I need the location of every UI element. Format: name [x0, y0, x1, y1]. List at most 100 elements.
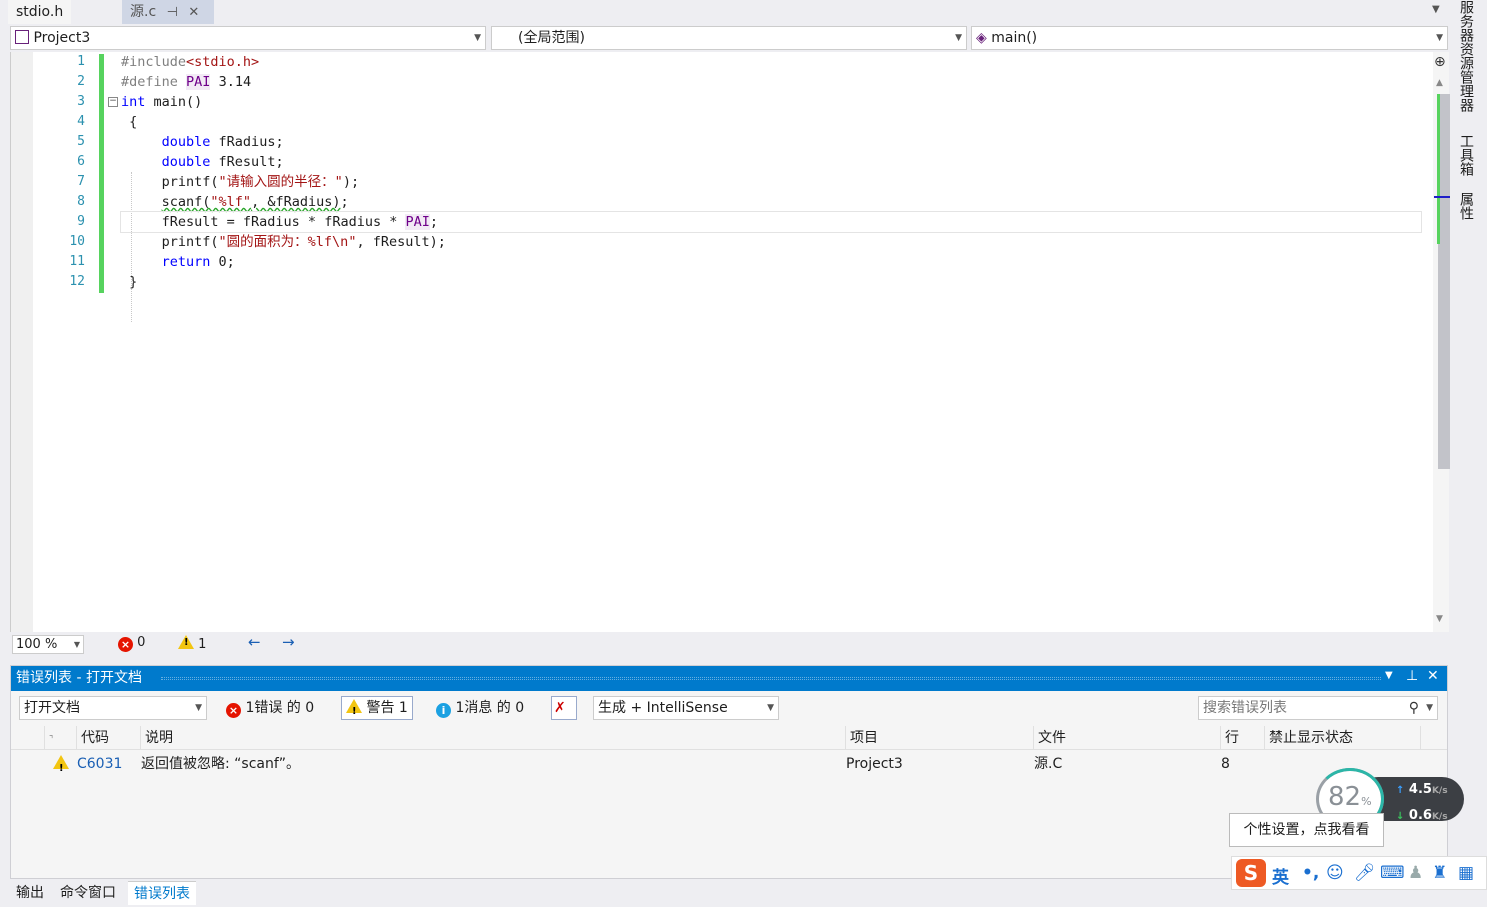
- panel-menu-chevron-icon[interactable]: ▼: [1385, 670, 1393, 681]
- line-number: 5: [77, 134, 85, 149]
- line-number: 4: [77, 114, 85, 129]
- editor-vertical-scrollbar[interactable]: ⊕ ▲ ▼: [1433, 52, 1457, 632]
- project-dropdown-value: Project3: [33, 30, 91, 46]
- warning-count-indicator[interactable]: 1: [178, 635, 206, 652]
- chevron-down-icon: ▼: [73, 640, 80, 649]
- title-grip: [161, 677, 1381, 680]
- split-view-icon[interactable]: ⊕: [1434, 54, 1446, 70]
- search-icon[interactable]: ⚲: [1409, 697, 1419, 719]
- code-line: double fResult;: [161, 154, 284, 170]
- scope-dropdown[interactable]: (全局范围) ▼: [491, 26, 967, 50]
- bottom-tool-tabs: 输出 命令窗口 错误列表: [10, 879, 1240, 907]
- bottom-tab-error-list[interactable]: 错误列表: [128, 881, 196, 905]
- code-text[interactable]: #include<stdio.h> #define PAI 3.14 int m…: [120, 52, 1422, 292]
- column-header-code[interactable]: 代码: [77, 726, 141, 750]
- microphone-icon[interactable]: 🎤︎: [1354, 863, 1376, 883]
- code-line: {: [121, 114, 138, 130]
- warning-icon-cell: [53, 752, 69, 781]
- scroll-up-icon[interactable]: ▲: [1436, 78, 1443, 88]
- zoom-dropdown[interactable]: 100 % ▼: [12, 635, 84, 654]
- line-number: 9: [77, 214, 85, 229]
- sogou-logo-icon[interactable]: S: [1236, 859, 1266, 887]
- indicator-margin: [11, 52, 33, 632]
- chevron-down-icon: ▼: [474, 33, 481, 43]
- column-icon[interactable]: [11, 726, 45, 750]
- chevron-down-icon[interactable]: ▼: [1426, 697, 1433, 719]
- user-icon[interactable]: ♟: [1408, 863, 1423, 883]
- change-tracking-bar: [99, 54, 104, 293]
- tab-label: 源.c: [130, 4, 157, 20]
- error-count-indicator[interactable]: × 0: [118, 635, 145, 652]
- download-speed: ↓ 0.6K/s: [1396, 808, 1448, 823]
- warning-count: 1: [198, 637, 207, 652]
- ime-punctuation-toggle[interactable]: •,: [1302, 863, 1319, 883]
- navigate-forward-icon[interactable]: →: [282, 633, 295, 651]
- scroll-down-icon[interactable]: ▼: [1436, 614, 1443, 624]
- speed-percent: 82%: [1328, 782, 1372, 812]
- project-icon: [15, 30, 29, 44]
- close-icon[interactable]: ✕: [188, 5, 199, 20]
- function-dropdown[interactable]: ◈ main() ▼: [971, 26, 1448, 50]
- panel-title: 错误列表 - 打开文档: [16, 670, 142, 686]
- project-dropdown[interactable]: Project3 ▼: [10, 26, 486, 50]
- chevron-down-icon: ▼: [767, 703, 774, 713]
- messages-filter-button[interactable]: i 1消息 的 0: [431, 696, 529, 720]
- filter-clear-icon[interactable]: ✗: [551, 696, 577, 720]
- side-tab-toolbox[interactable]: 工具箱: [1456, 134, 1476, 176]
- warnings-filter-label: 警告 1: [366, 700, 408, 716]
- line-number: 3: [77, 94, 85, 109]
- messages-filter-label: 1消息 的 0: [455, 700, 525, 716]
- scope-filter-value: 打开文档: [24, 700, 80, 716]
- navigation-bar: Project3 ▼ (全局范围) ▼ ◈ main() ▼: [10, 26, 1448, 52]
- tab-source-c[interactable]: 源.c ⊣ ✕: [122, 0, 214, 24]
- tab-overflow-chevron-icon[interactable]: ▼: [1432, 4, 1440, 15]
- scope-dropdown-value: (全局范围): [518, 30, 585, 46]
- error-count: 0: [137, 635, 146, 650]
- table-row[interactable]: C6031 返回值被忽略: “scanf”。 Project3 源.C 8: [11, 752, 1447, 781]
- code-editor[interactable]: 1 2 3 4 5 6 7 8 9 10 11 12 − #include<stdio.h> #def…: [10, 52, 1457, 632]
- column-sort-indicator[interactable]: ⌝: [45, 726, 77, 750]
- editor-status-strip: 100 % ▼ × 0 1 ← →: [10, 633, 1448, 655]
- scope-filter-dropdown[interactable]: 打开文档 ▼: [19, 696, 207, 720]
- line-number: 2: [77, 74, 85, 89]
- function-dropdown-value: main(): [991, 30, 1038, 46]
- side-tab-properties[interactable]: 属性: [1456, 192, 1476, 220]
- zoom-value: 100 %: [16, 637, 58, 652]
- tab-label: stdio.h: [16, 4, 64, 20]
- warning-icon: [346, 699, 362, 723]
- search-error-list-input[interactable]: 搜索错误列表 ⚲ ▼: [1198, 696, 1438, 720]
- warnings-filter-button[interactable]: 警告 1: [341, 696, 413, 723]
- document-tab-bar: stdio.h 源.c ⊣ ✕ ▼: [0, 0, 1450, 24]
- code-line: return 0;: [161, 254, 235, 270]
- column-header-line[interactable]: 行: [1221, 726, 1265, 750]
- line-number: 8: [77, 194, 85, 209]
- ime-tooltip[interactable]: 个性设置，点我看看: [1229, 813, 1384, 847]
- bottom-tab-command-window[interactable]: 命令窗口: [54, 881, 122, 905]
- column-header-project[interactable]: 项目: [846, 726, 1034, 750]
- pin-icon[interactable]: ⊣: [167, 5, 178, 20]
- navigate-back-icon[interactable]: ←: [248, 633, 261, 651]
- tab-stdio-h[interactable]: stdio.h: [8, 0, 72, 24]
- ime-language-toggle[interactable]: 英: [1272, 863, 1289, 888]
- toolbox-grid-icon[interactable]: ▦: [1458, 863, 1474, 883]
- keyboard-icon[interactable]: ⌨: [1380, 863, 1405, 883]
- close-icon[interactable]: ✕: [1427, 668, 1439, 684]
- emoji-icon[interactable]: ☺: [1326, 863, 1344, 883]
- error-description: 返回值被忽略: “scanf”。: [141, 756, 301, 772]
- column-header-suppression[interactable]: 禁止显示状态: [1265, 726, 1421, 750]
- code-line: printf("圆的面积为：%lf\n", fResult);: [121, 234, 446, 250]
- line-number: 7: [77, 174, 85, 189]
- source-filter-dropdown[interactable]: 生成 + IntelliSense ▼: [593, 696, 779, 720]
- pin-icon[interactable]: ⊥: [1406, 668, 1418, 684]
- info-icon: i: [436, 703, 451, 718]
- side-tab-server-explorer[interactable]: 服务器资源管理器: [1456, 0, 1476, 112]
- column-header-file[interactable]: 文件: [1034, 726, 1221, 750]
- skin-shirt-icon[interactable]: ♜: [1432, 863, 1447, 883]
- error-icon: ×: [118, 637, 133, 652]
- error-code-link[interactable]: C6031: [77, 752, 122, 776]
- collapse-toggle-icon[interactable]: −: [108, 97, 118, 107]
- line-number: 1: [77, 54, 85, 69]
- column-header-description[interactable]: 说明: [141, 726, 846, 750]
- errors-filter-button[interactable]: × 1错误 的 0: [221, 696, 319, 720]
- bottom-tab-output[interactable]: 输出: [10, 881, 50, 905]
